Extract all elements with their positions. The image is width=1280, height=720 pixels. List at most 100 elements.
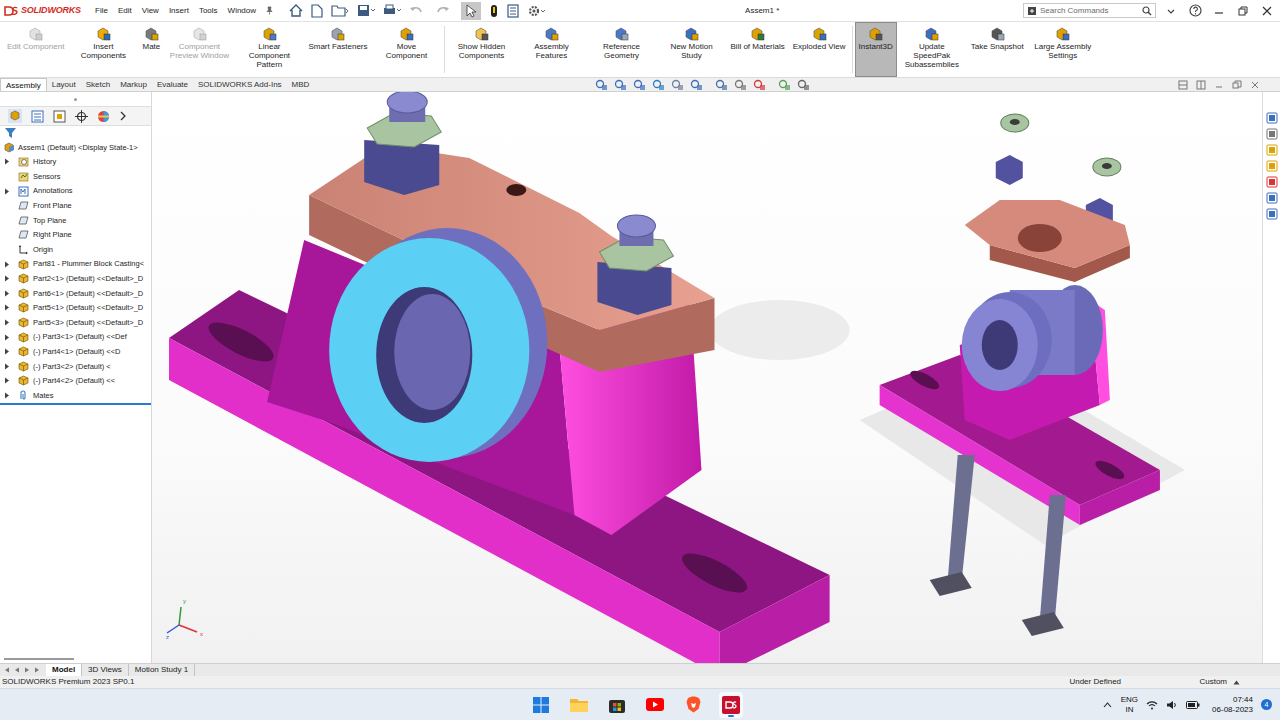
expand-arrow[interactable] xyxy=(4,289,14,297)
open-folder-icon[interactable] xyxy=(331,2,349,20)
more-tabs-icon[interactable] xyxy=(119,109,127,123)
taskbar-app[interactable] xyxy=(529,692,553,718)
ribbon-label[interactable]: Assembly Features xyxy=(521,42,583,60)
new-document-icon[interactable] xyxy=(311,2,323,20)
command-tab[interactable]: Markup xyxy=(115,78,152,91)
ribbon-label[interactable]: New Motion Study xyxy=(661,42,723,60)
tree-item[interactable]: Mates xyxy=(0,388,151,403)
command-icon[interactable] xyxy=(144,27,159,41)
previous-view-icon[interactable] xyxy=(633,79,646,91)
ribbon-label[interactable]: Mate xyxy=(142,42,160,51)
expand-arrow[interactable] xyxy=(4,318,14,326)
tree-scrollbar[interactable] xyxy=(0,657,151,661)
ribbon-label[interactable]: Bill of Materials xyxy=(731,42,785,51)
ribbon-button[interactable]: Component Preview Window xyxy=(164,22,234,77)
command-icon[interactable] xyxy=(868,27,883,41)
tree-item-label[interactable]: Origin xyxy=(33,244,53,255)
ribbon-button[interactable]: Update SpeedPak Subassemblies xyxy=(897,22,967,77)
pin-icon[interactable] xyxy=(263,5,275,17)
expand-arrow[interactable] xyxy=(4,260,14,268)
expand-arrow[interactable] xyxy=(4,275,14,283)
ribbon-label[interactable]: Insert Components xyxy=(72,42,134,60)
clock[interactable]: 07:4406-08-2023 xyxy=(1212,695,1253,715)
ribbon-label[interactable]: Move Component xyxy=(376,42,438,60)
bottom-tab[interactable]: Model xyxy=(46,664,82,676)
options-gear-icon[interactable] xyxy=(527,2,545,20)
redo-icon[interactable] xyxy=(435,2,453,20)
youtube-icon[interactable] xyxy=(646,696,664,714)
file-properties-icon[interactable] xyxy=(507,2,519,20)
magnifier-icon[interactable] xyxy=(1142,6,1152,16)
bottom-tab[interactable]: 3D Views xyxy=(82,664,129,676)
expand-arrow[interactable] xyxy=(4,362,14,370)
ribbon-label[interactable]: Take Snapshot xyxy=(971,42,1024,51)
tree-item-label[interactable]: Part5<3> (Default) <<Default>_D xyxy=(33,317,143,328)
tree-item[interactable]: Front Plane xyxy=(0,198,151,213)
graphics-area[interactable]: yxz xyxy=(152,92,1262,663)
dimxpert-icon[interactable] xyxy=(75,109,88,123)
command-icon[interactable] xyxy=(330,27,345,41)
tree-root[interactable]: Assem1 (Default) <Display State-1> xyxy=(0,140,151,155)
taskbar-app[interactable] xyxy=(643,692,667,718)
design-library-icon[interactable] xyxy=(1266,128,1278,140)
command-tab[interactable]: Sketch xyxy=(81,78,115,91)
tree-item-label[interactable]: (-) Part4<1> (Default) <<D xyxy=(33,346,121,357)
ribbon-button[interactable]: Move Component xyxy=(372,22,442,77)
region-code[interactable]: IN xyxy=(1125,705,1133,715)
hide-show-items-icon[interactable] xyxy=(734,79,747,91)
expand-arrow[interactable] xyxy=(4,391,14,399)
command-icon[interactable] xyxy=(614,27,629,41)
bottom-tab[interactable]: Motion Study 1 xyxy=(129,664,195,676)
solidworks-app-icon[interactable] xyxy=(722,696,740,714)
ribbon-label[interactable]: Reference Geometry xyxy=(591,42,653,60)
tree-item-label[interactable]: Top Plane xyxy=(33,215,66,226)
tree-item-label[interactable]: Sensors xyxy=(33,171,61,182)
command-icon[interactable] xyxy=(924,27,939,41)
file-explorer-icon[interactable] xyxy=(1266,144,1278,156)
wifi-icon[interactable] xyxy=(1146,700,1158,710)
search-commands[interactable] xyxy=(1023,3,1156,18)
handle-dot[interactable] xyxy=(74,98,77,101)
tree-item[interactable]: Part2<1> (Default) <<Default>_D xyxy=(0,271,151,286)
ribbon-button[interactable]: Insert Components xyxy=(68,22,138,77)
command-icon[interactable] xyxy=(1055,27,1070,41)
split-view-icon[interactable] xyxy=(1178,80,1188,90)
user-dropdown-icon[interactable] xyxy=(1164,4,1178,18)
command-tab[interactable]: Layout xyxy=(47,78,81,91)
search-scope-icon[interactable] xyxy=(1027,6,1037,16)
ribbon-button[interactable]: Exploded View xyxy=(789,22,850,77)
tree-item-label[interactable]: History xyxy=(33,156,56,167)
battery-icon[interactable] xyxy=(1186,701,1200,709)
ribbon-button[interactable]: Take Snapshot xyxy=(967,22,1028,77)
expand-arrow[interactable] xyxy=(4,304,14,312)
expand-arrow[interactable] xyxy=(4,333,14,341)
minimize-icon[interactable] xyxy=(1212,4,1226,18)
scroll-first-icon[interactable] xyxy=(4,667,10,673)
menu-item[interactable]: File xyxy=(90,5,113,17)
tree-item-label[interactable]: Annotations xyxy=(33,185,73,196)
ribbon-label[interactable]: Edit Component xyxy=(7,42,64,51)
assembly-model[interactable] xyxy=(152,92,1262,663)
tree-item-label[interactable]: (-) Part4<2> (Default) << xyxy=(33,375,115,386)
tree-item[interactable]: Part5<3> (Default) <<Default>_D xyxy=(0,315,151,330)
ribbon-label[interactable]: Update SpeedPak Subassemblies xyxy=(901,42,963,69)
restore-icon[interactable] xyxy=(1236,4,1250,18)
undo-icon[interactable] xyxy=(409,2,427,20)
ribbon-label[interactable]: Component Preview Window xyxy=(168,42,230,60)
ribbon-label[interactable]: Large Assembly Settings xyxy=(1032,42,1094,60)
command-icon[interactable] xyxy=(192,27,207,41)
tree-item[interactable]: (-) Part3<1> (Default) <<Def xyxy=(0,330,151,345)
viewport-restore-icon[interactable] xyxy=(1232,80,1242,90)
ribbon-label[interactable]: Linear Component Pattern xyxy=(238,42,300,69)
file-explorer-icon[interactable] xyxy=(570,696,588,714)
tree-item[interactable]: (-) Part3<2> (Default) < xyxy=(0,359,151,374)
taskbar-app[interactable] xyxy=(681,692,705,718)
ribbon-button[interactable]: Mate xyxy=(138,22,164,77)
tree-item[interactable]: Sensors xyxy=(0,169,151,184)
tree-item-label[interactable]: Mates xyxy=(33,390,53,401)
tree-item-label[interactable]: (-) Part3<2> (Default) < xyxy=(33,361,111,372)
notification-badge[interactable]: 4 xyxy=(1261,699,1272,710)
windows-start-icon[interactable] xyxy=(533,696,549,714)
language-code[interactable]: ENG xyxy=(1121,695,1138,705)
save-icon[interactable] xyxy=(357,2,375,20)
